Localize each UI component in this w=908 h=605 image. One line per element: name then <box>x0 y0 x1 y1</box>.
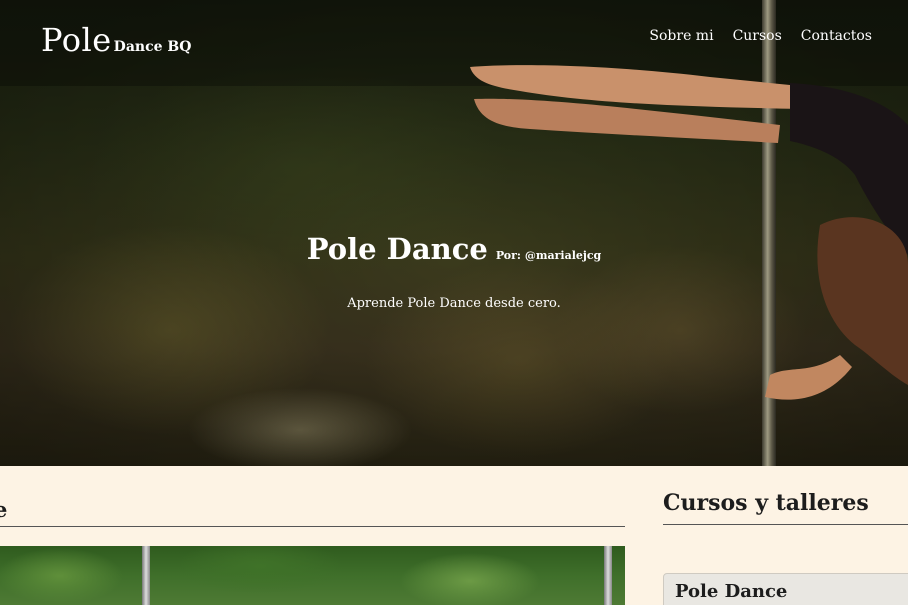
hero-title: Pole Dance <box>306 232 488 266</box>
post-image-pole-right <box>604 546 612 605</box>
course-card[interactable]: Pole Dance <box>663 573 908 605</box>
post-image-pole <box>142 546 150 605</box>
nav-link-contactos[interactable]: Contactos <box>801 28 872 44</box>
site-logo[interactable]: Pole Dance BQ <box>41 21 191 59</box>
main-heading-divider <box>0 526 625 527</box>
hero-byline: Por: @marialejcg <box>495 249 602 262</box>
hero-title-row: Pole Dance Por: @marialejcg <box>0 232 908 266</box>
logo-primary-text: Pole <box>41 21 112 59</box>
logo-secondary-text: Dance BQ <box>113 39 192 55</box>
post-image <box>0 546 625 605</box>
nav-link-sobre-mi[interactable]: Sobre mi <box>649 28 713 44</box>
hero-banner: Pole Dance BQ Sobre mi Cursos Contactos P… <box>0 0 908 466</box>
hero-subtitle: Aprende Pole Dance desde cero. <box>347 296 561 311</box>
top-navigation: Sobre mi Cursos Contactos <box>649 28 872 44</box>
sidebar-heading-divider <box>663 524 908 525</box>
course-card-title: Pole Dance <box>675 581 788 602</box>
nav-link-cursos[interactable]: Cursos <box>733 28 782 44</box>
main-section-heading: nce <box>0 497 8 522</box>
sidebar-heading: Cursos y talleres <box>663 490 869 516</box>
